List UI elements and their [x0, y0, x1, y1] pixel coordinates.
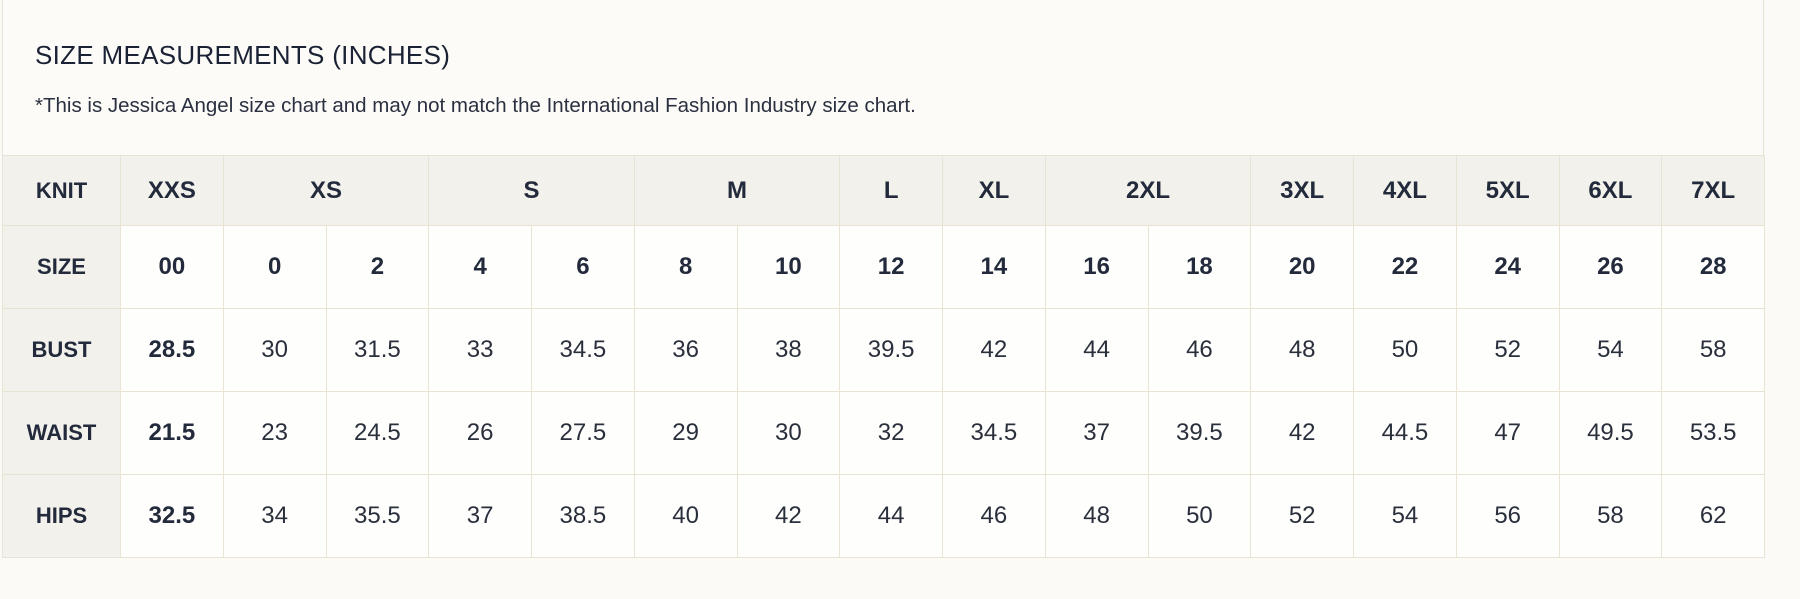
size-group-s: S [428, 155, 635, 226]
table-cell: 10 [736, 225, 841, 309]
table-cell: 38 [736, 308, 841, 392]
size-group-3xl: 3XL [1250, 155, 1355, 226]
table-cell: 21.5 [120, 391, 224, 475]
table-cell: 37 [428, 474, 533, 558]
table-row-bust: BUST 28.5 30 31.5 33 34.5 36 38 39.5 42 44 46 48 50 52… [2, 308, 1766, 392]
table-cell: 22 [1353, 225, 1457, 309]
table-cell: 40 [633, 474, 738, 558]
row-label-waist: WAIST [2, 391, 121, 475]
table-cell: 58 [1558, 474, 1663, 558]
table-cell: 54 [1558, 308, 1663, 392]
table-cell: 18 [1147, 225, 1252, 309]
table-cell: 58 [1661, 308, 1766, 392]
size-group-xl: XL [942, 155, 1046, 226]
size-group-xxs: XXS [120, 155, 224, 226]
table-cell: 2 [325, 225, 430, 309]
table-cell: 31.5 [325, 308, 430, 392]
table-cell: 56 [1455, 474, 1560, 558]
table-cell: 27.5 [531, 391, 635, 475]
table-row-hips: HIPS 32.5 34 35.5 37 38.5 40 42 44 46 48 50 52 54 56 58… [2, 474, 1766, 558]
size-measurements-table: KNIT XXS XS S M L XL 2XL 3XL 4XL 5XL 6XL 7XL SIZE 00 0 2… [2, 155, 1766, 558]
header-label-cell: KNIT [2, 155, 121, 226]
table-cell: 39.5 [1147, 391, 1252, 475]
table-cell: 30 [736, 391, 841, 475]
size-group-l: L [839, 155, 944, 226]
table-cell: 4 [428, 225, 533, 309]
table-cell: 34.5 [942, 391, 1046, 475]
table-cell: 8 [633, 225, 738, 309]
size-group-m: M [633, 155, 841, 226]
table-cell: 33 [428, 308, 533, 392]
table-cell: 48 [1044, 474, 1149, 558]
table-cell: 50 [1147, 474, 1252, 558]
table-row-size: SIZE 00 0 2 4 6 8 10 12 14 16 18 20 22 24 26 28 [2, 225, 1766, 309]
table-cell: 50 [1353, 308, 1457, 392]
size-group-header-row: KNIT XXS XS S M L XL 2XL 3XL 4XL 5XL 6XL 7XL [2, 155, 1766, 226]
table-cell: 24.5 [325, 391, 430, 475]
table-cell: 37 [1044, 391, 1149, 475]
table-cell: 54 [1353, 474, 1457, 558]
table-cell: 14 [942, 225, 1046, 309]
table-cell: 36 [633, 308, 738, 392]
table-cell: 49.5 [1558, 391, 1663, 475]
table-cell: 48 [1250, 308, 1355, 392]
table-cell: 23 [222, 391, 327, 475]
table-cell: 52 [1250, 474, 1355, 558]
table-cell: 16 [1044, 225, 1149, 309]
table-cell: 42 [736, 474, 841, 558]
table-cell: 30 [222, 308, 327, 392]
row-label-bust: BUST [2, 308, 121, 392]
table-cell: 29 [633, 391, 738, 475]
table-cell: 38.5 [531, 474, 635, 558]
table-cell: 6 [531, 225, 635, 309]
table-cell: 0 [222, 225, 327, 309]
table-cell: 34.5 [531, 308, 635, 392]
table-cell: 44.5 [1353, 391, 1457, 475]
table-cell: 00 [120, 225, 224, 309]
table-cell: 52 [1455, 308, 1560, 392]
table-cell: 12 [839, 225, 944, 309]
table-cell: 26 [428, 391, 533, 475]
table-cell: 20 [1250, 225, 1355, 309]
table-cell: 44 [1044, 308, 1149, 392]
table-cell: 28.5 [120, 308, 224, 392]
row-label-hips: HIPS [2, 474, 121, 558]
table-cell: 35.5 [325, 474, 430, 558]
table-row-waist: WAIST 21.5 23 24.5 26 27.5 29 30 32 34.5 37 39.5 42 4… [2, 391, 1766, 475]
table-cell: 44 [839, 474, 944, 558]
row-label-size: SIZE [2, 225, 121, 309]
size-group-4xl: 4XL [1353, 155, 1457, 226]
table-cell: 39.5 [839, 308, 944, 392]
table-cell: 34 [222, 474, 327, 558]
table-cell: 42 [942, 308, 1046, 392]
table-cell: 46 [1147, 308, 1252, 392]
size-group-xs: XS [222, 155, 430, 226]
table-cell: 32 [839, 391, 944, 475]
table-cell: 26 [1558, 225, 1663, 309]
size-group-6xl: 6XL [1558, 155, 1663, 226]
table-cell: 24 [1455, 225, 1560, 309]
table-cell: 28 [1661, 225, 1766, 309]
size-group-5xl: 5XL [1455, 155, 1560, 226]
table-cell: 47 [1455, 391, 1560, 475]
page-title: SIZE MEASUREMENTS (INCHES) [35, 40, 451, 70]
table-cell: 42 [1250, 391, 1355, 475]
table-cell: 53.5 [1661, 391, 1766, 475]
size-group-7xl: 7XL [1661, 155, 1766, 226]
table-cell: 32.5 [120, 474, 224, 558]
size-group-2xl: 2XL [1044, 155, 1252, 226]
table-cell: 46 [942, 474, 1046, 558]
size-chart-note: *This is Jessica Angel size chart and ma… [35, 94, 916, 117]
table-cell: 62 [1661, 474, 1766, 558]
